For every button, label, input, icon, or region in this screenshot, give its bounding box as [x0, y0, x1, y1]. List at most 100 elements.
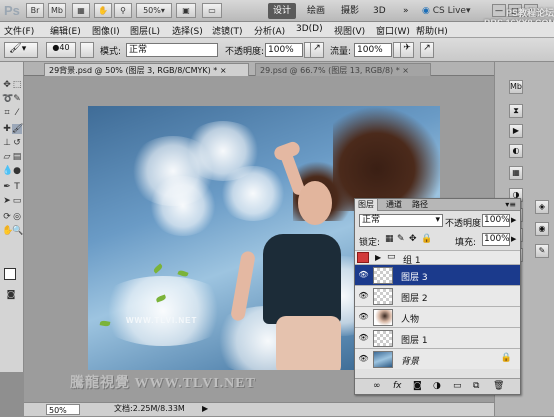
- brush-panel-toggle[interactable]: [80, 42, 94, 58]
- layer-row[interactable]: 👁 背景 🔒: [355, 348, 520, 369]
- menu-help[interactable]: 帮助(H): [416, 24, 448, 37]
- fx-icon[interactable]: fx: [393, 379, 402, 394]
- chevron-right-icon[interactable]: ▶: [375, 251, 381, 264]
- panel-menu-icon[interactable]: ▾≡: [505, 199, 516, 211]
- menu-window[interactable]: 窗口(W): [376, 24, 410, 37]
- dodge-tool-icon[interactable]: ●: [12, 166, 22, 176]
- lock-transparency-icon[interactable]: ▦: [385, 234, 394, 244]
- opacity-input[interactable]: 100%: [265, 43, 303, 57]
- eyedropper-tool-icon[interactable]: ⁄: [12, 108, 22, 118]
- layers-dock-icon[interactable]: ◈: [535, 200, 549, 214]
- menu-file[interactable]: 文件(F): [4, 24, 34, 37]
- eye-icon[interactable]: 👁: [358, 312, 369, 322]
- tab-document-2[interactable]: 29.psd @ 66.7% (图层 13, RGB/8) * ×: [255, 63, 431, 76]
- arrange-documents-button[interactable]: ▣: [176, 3, 196, 18]
- eye-icon[interactable]: 👁: [358, 354, 369, 364]
- paths-dock-icon[interactable]: ✎: [535, 244, 549, 258]
- fill-arrow[interactable]: ▶: [511, 233, 516, 246]
- tab-document-1[interactable]: 29背景.psd @ 50% (图层 3, RGB/8/CMYK) * ×: [44, 63, 249, 76]
- quick-mask-icon[interactable]: ◙: [6, 290, 16, 300]
- folder-icon[interactable]: ▭: [453, 379, 462, 394]
- lasso-tool-icon[interactable]: ➰: [2, 94, 13, 104]
- gradient-tool-icon[interactable]: ▤: [12, 152, 22, 162]
- tablet-opacity-button[interactable]: ↗: [310, 42, 324, 58]
- menu-view[interactable]: 视图(V): [334, 24, 365, 37]
- workspace-painting[interactable]: 绘画: [302, 3, 330, 19]
- close-tab-icon[interactable]: ×: [402, 66, 409, 75]
- healing-brush-tool-icon[interactable]: ✚: [2, 124, 12, 134]
- menu-filter[interactable]: 滤镜(T): [212, 24, 243, 37]
- tab-layers[interactable]: 图层: [355, 199, 378, 211]
- color-panel-icon[interactable]: ◐: [509, 144, 523, 158]
- hand-tool-button[interactable]: ✋: [94, 3, 112, 18]
- workspace-photography[interactable]: 摄影: [336, 3, 364, 19]
- blend-mode-select[interactable]: 正常 ▾: [359, 214, 443, 227]
- menu-layer[interactable]: 图层(L): [130, 24, 160, 37]
- fill-input[interactable]: 100%: [482, 233, 510, 246]
- menu-3d[interactable]: 3D(D): [296, 24, 323, 34]
- minibridge-button[interactable]: Mb: [48, 3, 66, 18]
- view-extras-button[interactable]: ▦: [72, 3, 90, 18]
- swatches-panel-icon[interactable]: ▦: [509, 166, 523, 180]
- zoom-tool-button[interactable]: ⚲: [114, 3, 132, 18]
- layer-row[interactable]: 👁 图层 3: [355, 264, 520, 285]
- menu-analysis[interactable]: 分析(A): [254, 24, 285, 37]
- cs-live-menu[interactable]: ◉ CS Live▾: [422, 3, 471, 19]
- workspace-overflow-button[interactable]: »: [398, 3, 414, 19]
- lock-position-icon[interactable]: ✥: [409, 234, 417, 244]
- move-tool-icon[interactable]: ✥: [2, 80, 12, 90]
- menu-select[interactable]: 选择(S): [172, 24, 203, 37]
- workspace-3d[interactable]: 3D: [368, 3, 391, 19]
- adjustment-icon[interactable]: ◑: [433, 379, 441, 394]
- crop-tool-icon[interactable]: ⌗: [2, 108, 12, 118]
- mode-select[interactable]: 正常: [126, 43, 218, 57]
- mask-icon[interactable]: ◙: [413, 379, 422, 394]
- history-brush-tool-icon[interactable]: ↺: [12, 138, 22, 148]
- channels-dock-icon[interactable]: ◉: [535, 222, 549, 236]
- tab-channels[interactable]: 通道: [383, 199, 405, 211]
- layer-opacity-arrow[interactable]: ▶: [511, 214, 516, 227]
- path-selection-tool-icon[interactable]: ➤: [2, 196, 12, 206]
- menu-edit[interactable]: 编辑(E): [50, 24, 81, 37]
- layer-row[interactable]: 👁 人物: [355, 306, 520, 327]
- layer-row[interactable]: 👁 图层 1: [355, 327, 520, 348]
- layer-group-row[interactable]: ▶ ▭ 组 1: [355, 250, 520, 266]
- type-tool-icon[interactable]: T: [12, 182, 22, 192]
- quick-selection-tool-icon[interactable]: ✎: [12, 94, 22, 104]
- zoom-tool-icon[interactable]: 🔍: [12, 226, 23, 236]
- link-icon[interactable]: ∞: [373, 379, 381, 394]
- eye-icon[interactable]: 👁: [358, 270, 369, 280]
- flow-input[interactable]: 100%: [354, 43, 392, 57]
- trash-icon[interactable]: 🗑: [493, 379, 504, 394]
- layer-opacity-input[interactable]: 100%: [482, 214, 510, 227]
- tool-preset-picker[interactable]: 🖌▾: [4, 42, 38, 58]
- history-panel-icon[interactable]: ⧗: [509, 104, 523, 118]
- brush-tool-icon[interactable]: 🖌: [12, 124, 23, 134]
- pen-tool-icon[interactable]: ✒: [2, 182, 12, 192]
- blur-tool-icon[interactable]: 💧: [2, 166, 13, 176]
- zoom-level-dropdown[interactable]: 50%▾: [136, 3, 172, 18]
- menu-image[interactable]: 图像(I): [92, 24, 120, 37]
- eye-icon[interactable]: [357, 252, 369, 263]
- hand-tool-icon[interactable]: ✋: [2, 226, 13, 236]
- layer-row[interactable]: 👁 图层 2: [355, 285, 520, 306]
- eye-icon[interactable]: 👁: [358, 333, 369, 343]
- screen-mode-button[interactable]: ▭: [202, 3, 222, 18]
- eye-icon[interactable]: 👁: [358, 291, 369, 301]
- tab-paths[interactable]: 路径: [409, 199, 431, 211]
- airbrush-button[interactable]: ✈: [400, 42, 414, 58]
- tablet-size-button[interactable]: ↗: [420, 42, 434, 58]
- clone-stamp-tool-icon[interactable]: ⊥: [2, 138, 12, 148]
- zoom-field[interactable]: 50%: [46, 404, 80, 415]
- new-layer-icon[interactable]: ⧉: [473, 379, 479, 394]
- foreground-color-swatch[interactable]: [4, 268, 16, 280]
- shape-tool-icon[interactable]: ▭: [12, 196, 22, 206]
- bridge-button[interactable]: Br: [26, 3, 44, 18]
- close-tab-icon[interactable]: ×: [220, 66, 227, 75]
- workspace-design[interactable]: 设计: [268, 3, 297, 19]
- marquee-tool-icon[interactable]: ⬚: [12, 80, 22, 90]
- eraser-tool-icon[interactable]: ▱: [2, 152, 12, 162]
- 3d-rotate-tool-icon[interactable]: ⟳: [2, 212, 12, 222]
- 3d-orbit-tool-icon[interactable]: ◎: [12, 212, 22, 222]
- brush-preset-picker[interactable]: ●40: [46, 42, 76, 58]
